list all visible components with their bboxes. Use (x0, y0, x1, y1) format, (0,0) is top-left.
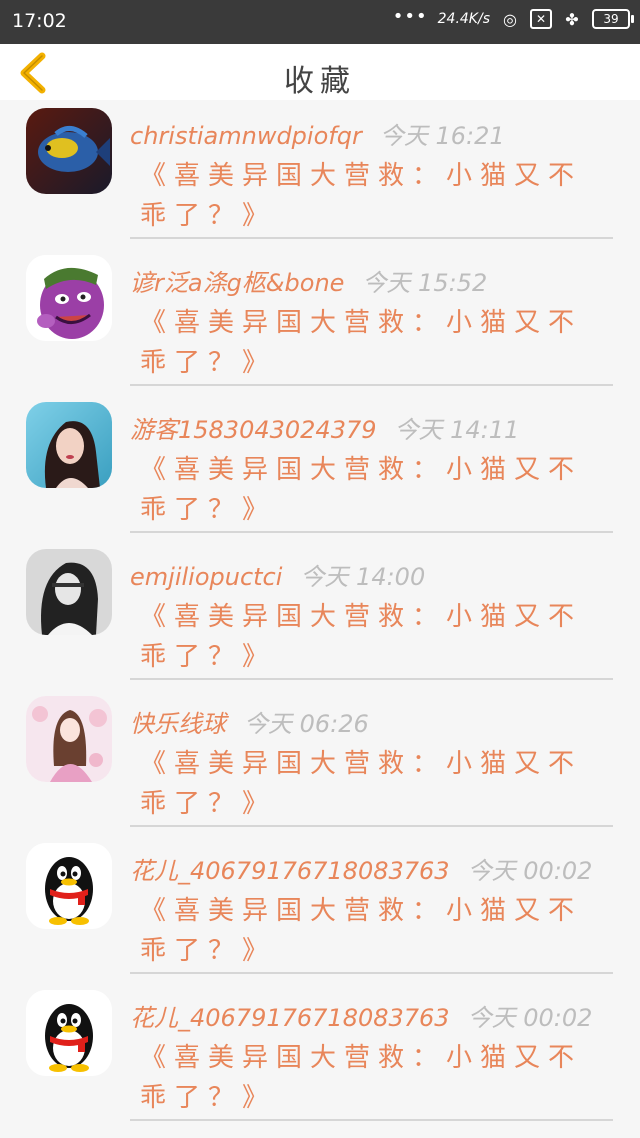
item-name-line: 快乐线球 今天 06:26 (130, 704, 369, 739)
list-item[interactable]: 快乐线球 今天 06:26 《喜美异国大营救：小猫又不乖了？》 (0, 688, 640, 835)
username: 游客1583043024379 (130, 416, 377, 444)
item-name-line: 游客1583043024379 今天 14:11 (130, 410, 519, 445)
username: 花儿_40679176718083763 (130, 857, 450, 885)
status-time: 17:02 (12, 10, 67, 32)
timestamp: 今天 14:00 (300, 563, 426, 591)
clover-icon: ✤ (565, 9, 579, 29)
username: 花儿_40679176718083763 (130, 1004, 450, 1032)
status-bar: 17:02 ••• 24.4K/s ◎ ✕ ✤ 39 (0, 0, 640, 44)
item-name-line: 花儿_40679176718083763 今天 00:02 (130, 998, 592, 1033)
list-item[interactable]: 谚r泛a涤g柩&bone 今天 15:52 《喜美异国大营救：小猫又不乖了？》 (0, 247, 640, 394)
item-title[interactable]: 《喜美异国大营救：小猫又不乖了？》 (140, 156, 600, 236)
username: 谚r泛a涤g柩&bone (130, 269, 345, 297)
header: 收藏 (0, 44, 640, 100)
battery-icon: 39 (592, 9, 634, 29)
timestamp: 今天 15:52 (362, 269, 488, 297)
fish-avatar[interactable] (26, 108, 112, 194)
item-title[interactable]: 《喜美异国大营救：小猫又不乖了？》 (140, 450, 600, 530)
timestamp: 今天 00:02 (467, 857, 593, 885)
list-item[interactable]: 花儿_40679176718083763 今天 00:02 《喜美异国大营救：小猫… (0, 835, 640, 982)
divider (130, 825, 613, 827)
divider (130, 972, 613, 974)
list-item[interactable]: emjiliopuctci 今天 14:00 《喜美异国大营救：小猫又不乖了？》 (0, 541, 640, 688)
username: christiamnwdpiofqr (130, 122, 362, 150)
woman-photo-avatar[interactable] (26, 402, 112, 488)
item-name-line: 谚r泛a涤g柩&bone 今天 15:52 (130, 263, 487, 298)
item-title[interactable]: 《喜美异国大营救：小猫又不乖了？》 (140, 1038, 600, 1118)
favorites-list: christiamnwdpiofqr 今天 16:21 《喜美异国大营救：小猫又不… (0, 100, 640, 1129)
hotspot-icon: ◎ (503, 9, 517, 29)
no-sim-icon: ✕ (530, 9, 552, 29)
item-name-line: 花儿_40679176718083763 今天 00:02 (130, 851, 592, 886)
username: 快乐线球 (130, 710, 226, 738)
penguin-avatar[interactable] (26, 990, 112, 1076)
divider (130, 1119, 613, 1121)
status-icons: ••• 24.4K/s ◎ ✕ ✤ 39 (392, 5, 634, 29)
penguin-avatar[interactable] (26, 843, 112, 929)
item-name-line: emjiliopuctci 今天 14:00 (130, 557, 425, 592)
divider (130, 237, 613, 239)
timestamp: 今天 16:21 (379, 122, 505, 150)
divider (130, 678, 613, 680)
item-title[interactable]: 《喜美异国大营救：小猫又不乖了？》 (140, 891, 600, 971)
item-title[interactable]: 《喜美异国大营救：小猫又不乖了？》 (140, 597, 600, 677)
list-item[interactable]: 游客1583043024379 今天 14:11 《喜美异国大营救：小猫又不乖了？… (0, 394, 640, 541)
anime-girl-avatar[interactable] (26, 696, 112, 782)
item-title[interactable]: 《喜美异国大营救：小猫又不乖了？》 (140, 303, 600, 383)
cartoon-avatar[interactable] (26, 255, 112, 341)
bw-photo-avatar[interactable] (26, 549, 112, 635)
divider (130, 384, 613, 386)
page-title: 收藏 (284, 64, 356, 99)
timestamp: 今天 00:02 (467, 1004, 593, 1032)
list-item[interactable]: christiamnwdpiofqr 今天 16:21 《喜美异国大营救：小猫又不… (0, 100, 640, 247)
item-name-line: christiamnwdpiofqr 今天 16:21 (130, 116, 505, 151)
timestamp: 今天 06:26 (244, 710, 369, 738)
username: emjiliopuctci (130, 563, 283, 591)
item-title[interactable]: 《喜美异国大营救：小猫又不乖了？》 (140, 744, 600, 824)
timestamp: 今天 14:11 (394, 416, 520, 444)
list-item[interactable]: 花儿_40679176718083763 今天 00:02 《喜美异国大营救：小猫… (0, 982, 640, 1129)
more-dots-icon: ••• (392, 5, 428, 27)
divider (130, 531, 613, 533)
network-speed: 24.4K/s (437, 11, 490, 27)
